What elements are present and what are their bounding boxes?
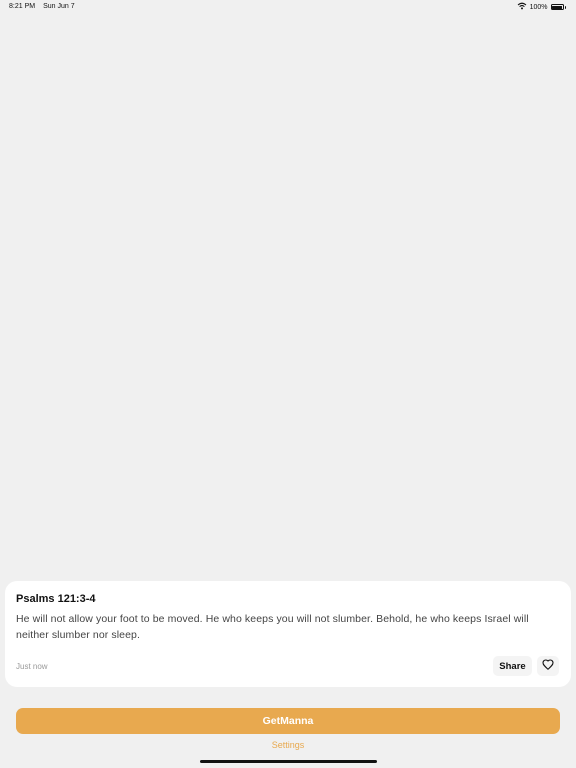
status-left: 8:21 PM Sun Jun 7 <box>9 3 75 10</box>
share-button[interactable]: Share <box>493 656 532 676</box>
like-button[interactable] <box>537 656 559 676</box>
verse-timestamp: Just now <box>16 662 48 671</box>
battery-percent: 100% <box>529 3 548 11</box>
verse-reference: Psalms 121:3-4 <box>16 593 96 605</box>
verse-card: Psalms 121:3-4 He will not allow your fo… <box>5 581 571 687</box>
status-right: 100% <box>517 2 566 12</box>
battery-icon <box>550 4 564 10</box>
status-bar: 8:21 PM Sun Jun 7 100% <box>0 0 576 14</box>
home-indicator[interactable] <box>200 760 377 763</box>
wifi-icon <box>517 2 527 12</box>
heart-icon <box>542 657 554 675</box>
verse-text: He will not allow your foot to be moved.… <box>16 613 529 641</box>
settings-link[interactable]: Settings <box>0 740 576 750</box>
getmanna-button[interactable]: GetManna <box>16 708 560 734</box>
status-time: 8:21 PM <box>9 3 36 10</box>
status-date: Sun Jun 7 <box>43 3 75 10</box>
